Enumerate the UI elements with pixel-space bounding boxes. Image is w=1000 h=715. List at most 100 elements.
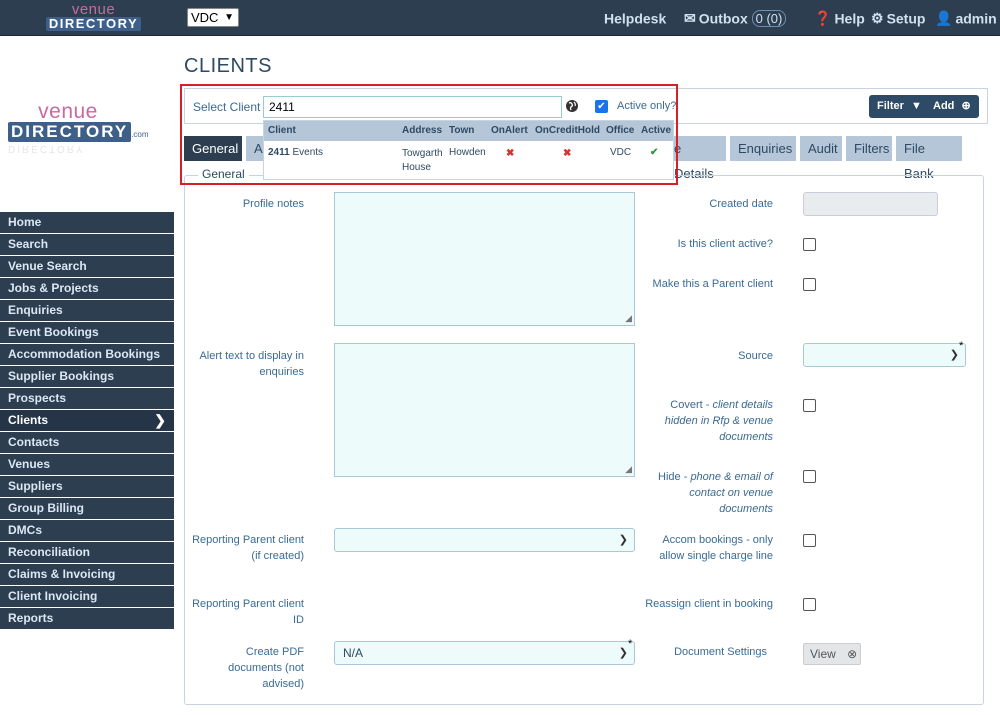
alert-text-textarea[interactable]: ◢ [334,343,635,477]
sidebar-item-venue-search[interactable]: Venue Search [0,256,174,277]
sidebar-item-dmcs[interactable]: DMCs [0,520,174,541]
general-legend: General [198,167,249,181]
row-address-line2: House [402,162,431,173]
row-office: VDC [610,147,632,158]
header-logo-top: venue [71,1,116,18]
is-active-checkbox[interactable] [803,238,816,251]
reassign-label: Reassign client in booking [645,598,773,610]
sidebar-nav: Home Search Venue Search Jobs & Projects Enq… [0,212,174,630]
envelope-icon: ✉ [684,9,696,26]
office-select[interactable]: VDC ▼ [187,8,239,27]
sidebar-item-prospects[interactable]: Prospects [0,388,174,409]
tab-enquiries[interactable]: Enquiries [730,136,796,161]
header-logo[interactable]: venue DIRECTORY [46,2,141,32]
col-town: Town [449,125,475,136]
document-settings-label: Document Settings [674,646,767,658]
page-title: CLIENTS [184,55,272,77]
chevron-down-icon: ❯ [618,534,628,546]
create-pdf-select[interactable]: N/A ❯ [334,641,635,665]
brand-logo-reflection: DIRECTORY [8,143,85,154]
hide-checkbox[interactable] [803,470,816,483]
alert-text-label: Alert text to display in enquiries [199,350,304,378]
user-name: admin [955,10,997,27]
view-button[interactable]: View ⊗ [803,643,861,665]
resize-grip-icon[interactable]: ◢ [625,313,632,324]
tab-general[interactable]: General [184,136,242,161]
col-on-alert: OnAlert [491,125,528,136]
col-active: Active [641,125,672,136]
sidebar-item-label: Group Billing [8,501,84,515]
dropdown-row[interactable]: 2411 Events Towgarth House Howden ✖ ✖ VD… [264,141,673,179]
sidebar-item-jobs-projects[interactable]: Jobs & Projects [0,278,174,299]
client-select-bar: Select Client 2411 ✔ Active only? Filter… [184,88,988,124]
sidebar-item-accommodation-bookings[interactable]: Accommodation Bookings [0,344,174,365]
add-button[interactable]: Add ⊕ [925,95,979,118]
col-office: Office [606,125,635,136]
sidebar-item-group-billing[interactable]: Group Billing [0,498,174,519]
chevron-right-icon: ❯ [154,412,166,428]
sidebar-item-label: Venues [8,457,51,471]
tab-audit[interactable]: Audit [800,136,842,161]
sidebar-item-enquiries[interactable]: Enquiries [0,300,174,321]
is-active-label: Is this client active? [677,238,773,250]
sidebar-item-supplier-bookings[interactable]: Supplier Bookings [0,366,174,387]
sidebar-item-label: Client Invoicing [8,589,98,603]
user-menu[interactable]: 👤 admin [935,9,997,27]
required-star-icon: * [628,638,633,650]
sidebar-item-label: DMCs [8,523,43,537]
brand-logo-bottom: DIRECTORY [8,122,132,142]
client-search-input[interactable]: 2411 [263,96,562,118]
profile-notes-textarea[interactable]: ◢ [334,192,635,326]
sidebar-item-label: Supplier Bookings [8,369,115,383]
chevron-down-icon: ❯ [618,647,628,659]
hide-detail: phone & email of contact on venue docume… [689,471,773,515]
help-label: Help [834,10,865,27]
sidebar-item-search[interactable]: Search [0,234,174,255]
globe-icon[interactable] [565,99,579,113]
sidebar-item-contacts[interactable]: Contacts [0,432,174,453]
tab-file-bank[interactable]: File Bank [896,136,962,181]
tab-filters[interactable]: Filters [846,136,892,161]
row-address: Towgarth House [402,147,443,175]
sidebar-item-label: Jobs & Projects [8,281,99,295]
sidebar-item-label: Reports [8,611,54,625]
sidebar-item-suppliers[interactable]: Suppliers [0,476,174,497]
setup-link[interactable]: ⚙ Setup [871,9,925,27]
covert-label: Covert - client details hidden in Rfp & … [640,397,773,445]
source-select[interactable]: ❯ [803,343,966,367]
sidebar-item-home[interactable]: Home [0,212,174,233]
row-client: 2411 Events [268,147,323,158]
sidebar-item-reconciliation[interactable]: Reconciliation [0,542,174,563]
active-only-checkbox[interactable]: ✔ [595,100,608,113]
help-link[interactable]: ❓ Help [814,9,865,27]
chevron-down-icon: ❯ [949,349,959,361]
view-button-label: View [810,647,836,661]
sidebar-item-label: Reconciliation [8,545,91,559]
sidebar-item-client-invoicing[interactable]: Client Invoicing [0,586,174,607]
covert-checkbox[interactable] [803,399,816,412]
create-pdf-label: Create PDF documents (not advised) [228,646,304,690]
resize-grip-icon[interactable]: ◢ [625,464,632,475]
outbox-link[interactable]: ✉ Outbox 0 (0) [684,9,787,27]
tab-details[interactable]: e Details [670,136,726,181]
outbox-label: Outbox [698,10,748,27]
sidebar-item-claims-invoicing[interactable]: Claims & Invoicing [0,564,174,585]
filter-button[interactable]: Filter ▼ [869,95,930,118]
sidebar-item-label: Accommodation Bookings [8,347,161,361]
make-parent-checkbox[interactable] [803,278,816,291]
brand-logo[interactable]: venue DIRECTORY .com DIRECTORY [8,101,153,162]
setup-label: Setup [886,10,926,27]
reporting-parent-select[interactable]: ❯ [334,528,635,552]
row-town: Howden [449,147,486,158]
header-logo-bottom: DIRECTORY [46,17,141,31]
chevron-down-icon: ▼ [224,12,234,23]
sidebar-item-venues[interactable]: Venues [0,454,174,475]
sidebar-item-event-bookings[interactable]: Event Bookings [0,322,174,343]
add-button-label: Add [933,100,955,112]
helpdesk-link[interactable]: Helpdesk [604,9,666,26]
sidebar-item-label: Event Bookings [8,325,99,339]
reassign-checkbox[interactable] [803,598,816,611]
sidebar-item-clients[interactable]: Clients ❯ [0,410,174,431]
sidebar-item-reports[interactable]: Reports [0,608,174,629]
accom-checkbox[interactable] [803,534,816,547]
